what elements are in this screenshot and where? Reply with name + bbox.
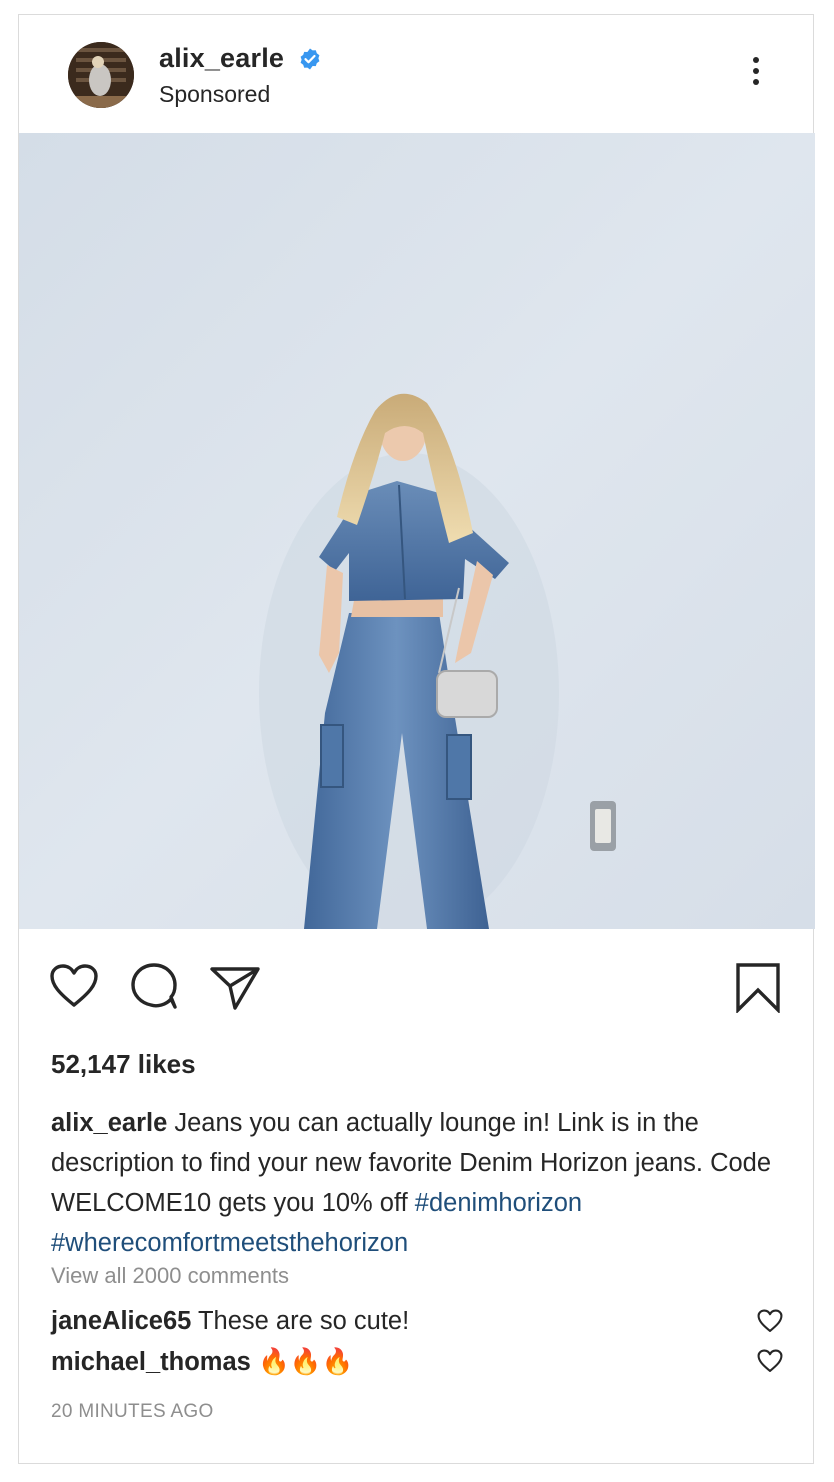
author-username[interactable]: alix_earle (159, 43, 284, 74)
hashtag-link[interactable]: #wherecomfortmeetsthehorizon (51, 1229, 408, 1257)
sponsored-label: Sponsored (159, 81, 271, 107)
comment-username[interactable]: michael_thomas (51, 1348, 251, 1376)
comment-username[interactable]: janeAlice65 (51, 1307, 191, 1335)
heart-icon[interactable] (49, 963, 99, 1009)
paper-plane-icon[interactable] (209, 965, 261, 1011)
post-timestamp: 20 MINUTES AGO (51, 1401, 214, 1422)
post-header: alix_earle Sponsored (19, 15, 813, 133)
comment-bubble-icon[interactable] (129, 961, 181, 1011)
comment-heart-icon[interactable] (757, 1309, 783, 1338)
comment-item: janeAlice65 These are so cute! (51, 1307, 409, 1336)
bookmark-icon[interactable] (736, 963, 780, 1013)
comment-heart-icon[interactable] (757, 1349, 783, 1378)
comment-item: michael_thomas 🔥🔥🔥 (51, 1347, 353, 1377)
comment-text: These are so cute! (197, 1307, 410, 1335)
avatar[interactable] (68, 42, 134, 108)
view-all-comments-link[interactable]: View all 2000 comments (51, 1263, 289, 1289)
instagram-post: alix_earle Sponsored 52,147 likes alix_e… (18, 14, 815, 1464)
post-actions (19, 929, 813, 1039)
hashtag-link[interactable]: #denimhorizon (415, 1189, 582, 1217)
verified-badge-icon (300, 48, 320, 70)
post-image[interactable] (19, 133, 815, 929)
comment-text: 🔥🔥🔥 (257, 1348, 354, 1376)
more-options-icon[interactable] (751, 57, 761, 91)
caption-username[interactable]: alix_earle (51, 1109, 167, 1137)
likes-count[interactable]: 52,147 likes (51, 1049, 196, 1080)
caption: alix_earle Jeans you can actually lounge… (51, 1103, 791, 1263)
